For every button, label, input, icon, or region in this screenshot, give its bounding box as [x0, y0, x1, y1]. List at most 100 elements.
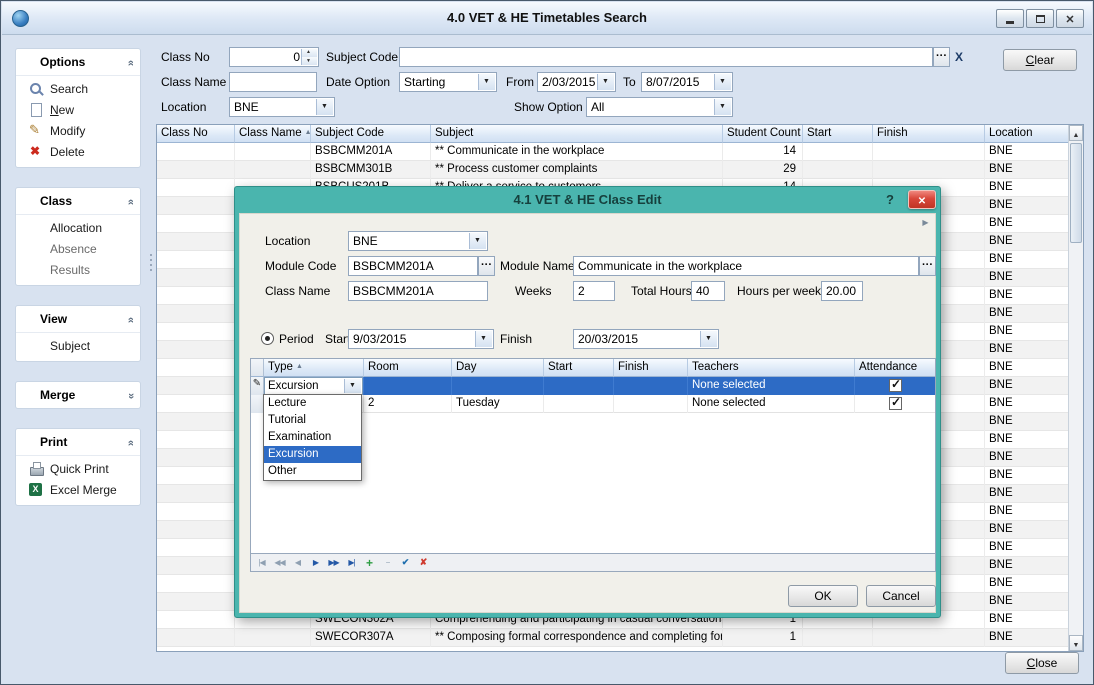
- table-row[interactable]: SWECOR307A** Composing formal correspond…: [157, 629, 1068, 647]
- chevron-up-icon[interactable]: [118, 440, 141, 446]
- sidebar-splitter[interactable]: [148, 46, 154, 656]
- subject-code-lookup-button[interactable]: ···: [933, 47, 950, 67]
- column-header-student-count[interactable]: Student Count: [723, 125, 803, 143]
- module-name-lookup-button[interactable]: ···: [919, 256, 936, 276]
- attendance-checkbox[interactable]: [889, 379, 902, 392]
- dropdown-arrow-icon[interactable]: [714, 74, 731, 90]
- dropdown-option-other[interactable]: Other: [264, 463, 361, 480]
- weeks-input[interactable]: 2: [573, 281, 615, 301]
- dialog-location-select[interactable]: BNE: [348, 231, 488, 251]
- column-header-class-no[interactable]: Class No: [157, 125, 235, 143]
- total-hours-input[interactable]: 40: [691, 281, 725, 301]
- dialog-close-button[interactable]: [908, 190, 936, 209]
- nav-prior-page-button[interactable]: ◀◀: [271, 556, 288, 570]
- chevron-up-icon[interactable]: [118, 60, 141, 66]
- module-name-input[interactable]: Communicate in the workplace: [573, 256, 919, 276]
- location-select[interactable]: BNE: [229, 97, 335, 117]
- chevron-down-icon[interactable]: [118, 393, 141, 399]
- nav-post-button[interactable]: ✔: [397, 556, 414, 570]
- scroll-thumb[interactable]: [1070, 143, 1082, 243]
- column-header-type[interactable]: Type▲: [264, 359, 364, 377]
- column-header-class-name[interactable]: Class Name▲: [235, 125, 311, 143]
- sidebar-item-excel-merge[interactable]: Excel Merge: [16, 479, 140, 500]
- scroll-down-icon[interactable]: [1069, 635, 1083, 651]
- spin-up-icon[interactable]: [302, 49, 317, 57]
- clear-button[interactable]: Clear: [1003, 49, 1077, 71]
- ok-button[interactable]: OK: [788, 585, 858, 607]
- dropdown-arrow-icon[interactable]: [597, 74, 614, 90]
- hours-per-week-input[interactable]: 20.00: [821, 281, 863, 301]
- dropdown-arrow-icon[interactable]: [469, 233, 486, 249]
- dropdown-option-examination[interactable]: Examination: [264, 429, 361, 446]
- sidebar-item-quick-print[interactable]: Quick Print: [16, 458, 140, 479]
- column-header-teachers[interactable]: Teachers: [688, 359, 855, 377]
- sidebar-item-modify[interactable]: Modify: [16, 120, 140, 141]
- sidebar-item-new[interactable]: New: [16, 99, 140, 120]
- period-start-select[interactable]: 9/03/2015: [348, 329, 494, 349]
- nav-next-button[interactable]: ▶: [307, 556, 324, 570]
- sidebar-item-results[interactable]: Results: [16, 259, 140, 280]
- subject-code-input[interactable]: [399, 47, 933, 67]
- dropdown-option-tutorial[interactable]: Tutorial: [264, 412, 361, 429]
- scroll-up-icon[interactable]: [1069, 125, 1083, 141]
- cancel-button[interactable]: Cancel: [866, 585, 936, 607]
- chevron-up-icon[interactable]: [118, 199, 141, 205]
- module-code-input[interactable]: BSBCMM201A: [348, 256, 478, 276]
- table-row[interactable]: BSBCMM301B** Process customer complaints…: [157, 161, 1068, 179]
- column-header-subject[interactable]: Subject: [431, 125, 723, 143]
- nav-delete-button[interactable]: −: [379, 556, 396, 570]
- sidebar-item-search[interactable]: Search: [16, 78, 140, 99]
- period-finish-select[interactable]: 20/03/2015: [573, 329, 719, 349]
- maximize-button[interactable]: [1026, 9, 1054, 28]
- date-option-select[interactable]: Starting: [399, 72, 497, 92]
- from-date-select[interactable]: 2/03/2015: [537, 72, 616, 92]
- column-header-day[interactable]: Day: [452, 359, 544, 377]
- to-date-select[interactable]: 8/07/2015: [641, 72, 733, 92]
- panel-header-view[interactable]: View: [16, 306, 140, 333]
- dropdown-arrow-icon[interactable]: [344, 379, 361, 393]
- sidebar-item-subject[interactable]: Subject: [16, 335, 140, 356]
- column-header-location[interactable]: Location: [985, 125, 1068, 143]
- show-option-select[interactable]: All: [586, 97, 733, 117]
- class-name-input[interactable]: [229, 72, 317, 92]
- dropdown-option-excursion[interactable]: Excursion: [264, 446, 361, 463]
- spinner-buttons[interactable]: [301, 49, 317, 65]
- module-code-lookup-button[interactable]: ···: [478, 256, 495, 276]
- column-header-attendance[interactable]: Attendance: [855, 359, 935, 377]
- close-button[interactable]: Close: [1005, 652, 1079, 674]
- table-row[interactable]: BSBCMM201A** Communicate in the workplac…: [157, 143, 1068, 161]
- column-header-start[interactable]: Start: [544, 359, 614, 377]
- minimize-button[interactable]: [996, 9, 1024, 28]
- sidebar-item-allocation[interactable]: Allocation: [16, 217, 140, 238]
- panel-header-print[interactable]: Print: [16, 429, 140, 456]
- vertical-scrollbar[interactable]: [1068, 125, 1083, 651]
- type-combo[interactable]: Excursion: [264, 377, 363, 395]
- dropdown-arrow-icon[interactable]: [475, 331, 492, 347]
- sidebar-item-delete[interactable]: Delete: [16, 141, 140, 162]
- dropdown-arrow-icon[interactable]: [478, 74, 495, 90]
- nav-next-page-button[interactable]: ▶▶: [325, 556, 342, 570]
- dropdown-arrow-icon[interactable]: [316, 99, 333, 115]
- help-button[interactable]: ?: [886, 192, 894, 207]
- spin-down-icon[interactable]: [302, 57, 317, 65]
- nav-last-button[interactable]: ▶|: [343, 556, 360, 570]
- panel-header-merge[interactable]: Merge: [16, 382, 140, 408]
- column-header-room[interactable]: Room: [364, 359, 452, 377]
- nav-cancel-edit-button[interactable]: ✘: [415, 556, 432, 570]
- nav-first-button[interactable]: |◀: [253, 556, 270, 570]
- close-window-button[interactable]: [1056, 9, 1084, 28]
- dropdown-arrow-icon[interactable]: [700, 331, 717, 347]
- panel-header-options[interactable]: Options: [16, 49, 140, 76]
- subject-code-clear-button[interactable]: X: [952, 48, 966, 66]
- attendance-checkbox[interactable]: [889, 397, 902, 410]
- panel-header-class[interactable]: Class: [16, 188, 140, 215]
- scroll-right-icon[interactable]: [918, 216, 933, 229]
- nav-prior-button[interactable]: ◀: [289, 556, 306, 570]
- column-header-finish[interactable]: Finish: [614, 359, 688, 377]
- dialog-class-name-input[interactable]: BSBCMM201A: [348, 281, 488, 301]
- dropdown-arrow-icon[interactable]: [714, 99, 731, 115]
- period-radio[interactable]: [261, 332, 274, 345]
- column-header-finish[interactable]: Finish: [873, 125, 985, 143]
- class-no-input[interactable]: 0: [229, 47, 319, 67]
- session-row[interactable]: ✎ExcursionNone selected: [251, 377, 935, 395]
